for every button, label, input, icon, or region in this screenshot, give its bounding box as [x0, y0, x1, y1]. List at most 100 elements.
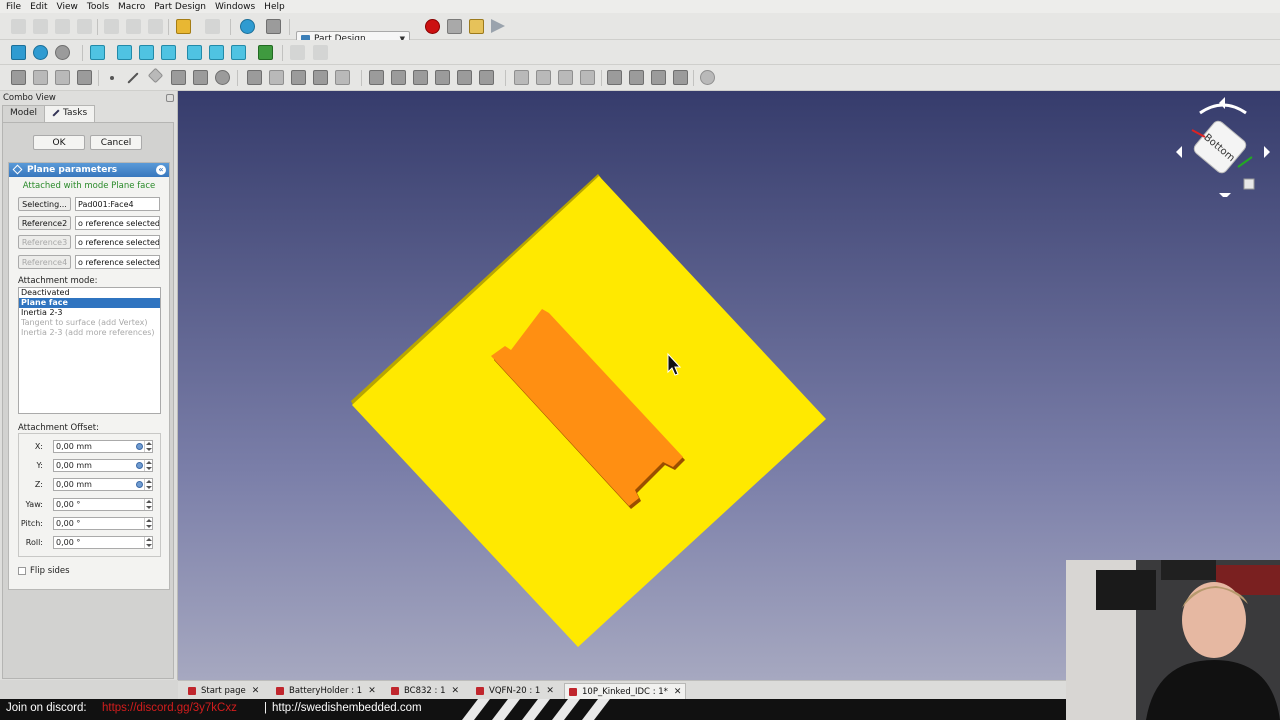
view-bottom-icon[interactable]: [209, 45, 224, 60]
view-left-icon[interactable]: [231, 45, 246, 60]
additive-loft-icon[interactable]: [291, 70, 306, 85]
close-icon[interactable]: ✕: [368, 686, 376, 696]
macro-stop-icon[interactable]: [447, 19, 462, 34]
view-front-icon[interactable]: [117, 45, 132, 60]
attachment-mode-list[interactable]: Deactivated Plane face Inertia 2-3 Tange…: [18, 287, 161, 414]
datum-point-icon[interactable]: [110, 76, 114, 80]
spin-arrows-icon[interactable]: [144, 499, 152, 510]
spin-arrows-icon[interactable]: [144, 460, 152, 471]
offset-x-input[interactable]: 0,00 mm: [53, 440, 153, 453]
cancel-button[interactable]: Cancel: [90, 135, 142, 150]
thickness-icon[interactable]: [673, 70, 688, 85]
subtractive-primitive-icon[interactable]: [479, 70, 494, 85]
multi-transform-icon[interactable]: [580, 70, 595, 85]
shape-binder-icon[interactable]: [77, 70, 92, 85]
menu-tools[interactable]: Tools: [87, 2, 109, 12]
sketch-icon[interactable]: [33, 70, 48, 85]
open-file-icon[interactable]: [33, 19, 48, 34]
doc-tab-bc832[interactable]: BC832 : 1 ✕: [387, 683, 463, 699]
polar-pattern-icon[interactable]: [558, 70, 573, 85]
reference2-button[interactable]: Reference2: [18, 216, 71, 230]
flip-sides-row[interactable]: Flip sides: [18, 565, 70, 577]
reference1-button[interactable]: Selecting...: [18, 197, 71, 211]
fillet-icon[interactable]: [607, 70, 622, 85]
draft-icon[interactable]: [651, 70, 666, 85]
expression-icon[interactable]: [136, 481, 143, 488]
spin-arrows-icon[interactable]: [144, 441, 152, 452]
draw-style-icon[interactable]: [55, 45, 70, 60]
pocket-icon[interactable]: [369, 70, 384, 85]
close-icon[interactable]: ✕: [252, 686, 260, 696]
menu-edit[interactable]: Edit: [30, 2, 47, 12]
menu-file[interactable]: File: [6, 2, 21, 12]
flip-sides-checkbox[interactable]: [18, 567, 26, 575]
website-link[interactable]: http://swedishembedded.com: [272, 702, 422, 714]
additive-pipe-icon[interactable]: [313, 70, 328, 85]
offset-y-input[interactable]: 0,00 mm: [53, 459, 153, 472]
list-item[interactable]: Plane face: [19, 298, 160, 308]
doc-tab-10p-kinked-idc[interactable]: 10P_Kinked_IDC : 1* ✕: [564, 683, 687, 699]
fit-all-icon[interactable]: [11, 45, 26, 60]
redo-icon[interactable]: [205, 19, 220, 34]
float-icon[interactable]: [166, 94, 174, 102]
refresh-icon[interactable]: [240, 19, 255, 34]
reference2-field[interactable]: o reference selected: [75, 216, 160, 230]
list-item[interactable]: Inertia 2-3: [19, 308, 160, 318]
revolution-icon[interactable]: [269, 70, 284, 85]
nav-arrow-down-icon[interactable]: [1219, 193, 1231, 199]
macro-record-icon[interactable]: [425, 19, 440, 34]
nav-arrow-left-icon[interactable]: [1176, 146, 1182, 158]
clone-icon[interactable]: [215, 70, 230, 85]
offset-z-input[interactable]: 0,00 mm: [53, 478, 153, 491]
group-icon[interactable]: [313, 45, 328, 60]
menu-macro[interactable]: Macro: [118, 2, 145, 12]
close-icon[interactable]: ✕: [674, 687, 682, 697]
measure-icon[interactable]: [258, 45, 273, 60]
navigation-cube[interactable]: Bottom: [1172, 97, 1272, 199]
doc-tab-batteryholder[interactable]: BatteryHolder : 1 ✕: [272, 683, 380, 699]
part-icon[interactable]: [290, 45, 305, 60]
datum-plane-icon[interactable]: [147, 67, 164, 84]
macro-run-icon[interactable]: [491, 19, 505, 33]
sub-shape-binder-icon[interactable]: [193, 70, 208, 85]
view-menu-icon[interactable]: [1243, 178, 1255, 190]
close-icon[interactable]: ✕: [546, 686, 554, 696]
view-right-icon[interactable]: [161, 45, 176, 60]
local-cs-icon[interactable]: [171, 70, 186, 85]
expression-icon[interactable]: [136, 462, 143, 469]
fit-selection-icon[interactable]: [33, 45, 48, 60]
cut-icon[interactable]: [104, 19, 119, 34]
macro-edit-icon[interactable]: [469, 19, 484, 34]
groove-icon[interactable]: [413, 70, 428, 85]
mirrored-icon[interactable]: [514, 70, 529, 85]
additive-primitive-icon[interactable]: [335, 70, 350, 85]
datum-line-icon[interactable]: [127, 72, 139, 84]
subtractive-pipe-icon[interactable]: [457, 70, 472, 85]
save-icon[interactable]: [55, 19, 70, 34]
copy-icon[interactable]: [126, 19, 141, 34]
collapse-icon[interactable]: «: [156, 165, 166, 175]
whats-this-icon[interactable]: [266, 19, 281, 34]
print-icon[interactable]: [77, 19, 92, 34]
list-item[interactable]: Deactivated: [19, 288, 160, 298]
paste-icon[interactable]: [148, 19, 163, 34]
doc-tab-start-page[interactable]: Start page ✕: [184, 683, 263, 699]
menu-part-design[interactable]: Part Design: [154, 2, 206, 12]
close-icon[interactable]: ✕: [452, 686, 460, 696]
menu-help[interactable]: Help: [264, 2, 285, 12]
pad-icon[interactable]: [247, 70, 262, 85]
tab-tasks[interactable]: Tasks: [44, 105, 96, 122]
spin-arrows-icon[interactable]: [144, 537, 152, 548]
linear-pattern-icon[interactable]: [536, 70, 551, 85]
body-icon[interactable]: [11, 70, 26, 85]
view-top-icon[interactable]: [139, 45, 154, 60]
tab-model[interactable]: Model: [2, 105, 46, 122]
new-file-icon[interactable]: [11, 19, 26, 34]
ok-button[interactable]: OK: [33, 135, 85, 150]
offset-pitch-input[interactable]: 0,00 °: [53, 517, 153, 530]
nav-arrow-up-icon[interactable]: [1219, 97, 1225, 109]
spin-arrows-icon[interactable]: [144, 518, 152, 529]
menu-windows[interactable]: Windows: [215, 2, 255, 12]
validate-sketch-icon[interactable]: [55, 70, 70, 85]
undo-icon[interactable]: [176, 19, 191, 34]
